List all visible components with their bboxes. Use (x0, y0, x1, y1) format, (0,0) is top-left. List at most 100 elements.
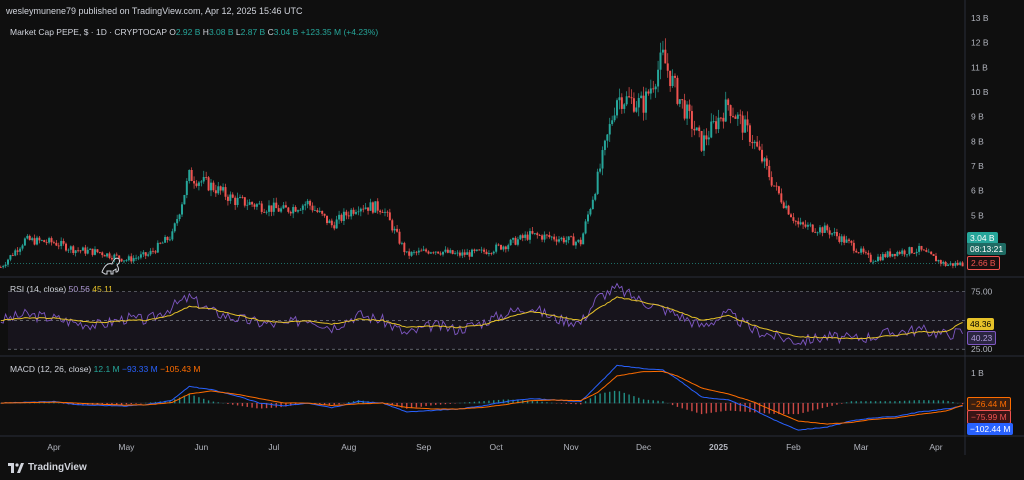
macd-histogram-bar (464, 402, 466, 404)
candle-body (775, 185, 778, 187)
candle-body (613, 115, 616, 121)
candle-body (403, 242, 406, 253)
candle-body (284, 205, 287, 208)
macd-histogram-bar (773, 403, 775, 414)
macd-histogram-bar (188, 394, 190, 404)
candle-body (81, 247, 84, 251)
candle-body (872, 261, 875, 263)
macd-histogram-bar (947, 400, 949, 404)
candle-body (454, 253, 457, 255)
candle-body (236, 197, 239, 205)
macd-histogram-bar (217, 402, 219, 404)
candle-body (103, 255, 106, 257)
candle-body (698, 127, 701, 132)
candle-body (45, 242, 48, 243)
candle-body (611, 120, 614, 125)
candle-body (120, 258, 123, 262)
candle-body (705, 135, 708, 140)
candle-body (942, 261, 945, 264)
candle-body (811, 224, 814, 232)
histogram-tag: −75.99 M (967, 410, 1011, 424)
candle-body (516, 239, 519, 245)
candle-body (272, 202, 275, 212)
candle-body (214, 190, 217, 194)
macd-histogram-bar (623, 392, 625, 404)
candle-body (826, 225, 829, 231)
candle-body (442, 251, 444, 255)
macd-histogram-bar (584, 401, 587, 404)
candle-body (86, 249, 89, 254)
candle-body (115, 254, 118, 256)
candle-body (840, 236, 843, 242)
candle-body (229, 194, 232, 201)
candle-body (497, 244, 500, 246)
candle-body (732, 115, 734, 117)
candle-body (630, 97, 633, 99)
dinosaur-icon (101, 257, 121, 275)
macd-histogram-bar (541, 401, 543, 404)
candle-body (468, 252, 471, 257)
candle-body (72, 246, 75, 254)
candle-body (50, 238, 53, 243)
candle-body (860, 248, 863, 253)
candle-body (642, 95, 645, 113)
candle-body (388, 212, 391, 221)
candle-body (765, 158, 768, 166)
macd-axis-label: 1 B (971, 368, 984, 378)
candle-body (57, 245, 60, 247)
price-axis-label: 10 B (971, 87, 989, 97)
macd-histogram-bar (536, 401, 538, 404)
candle-body (852, 242, 855, 251)
candle-body (579, 239, 582, 245)
macd-histogram-bar (642, 399, 645, 404)
candle-body (444, 249, 447, 252)
candle-body (316, 210, 319, 212)
candle-body (753, 141, 756, 144)
candle-body (369, 202, 372, 211)
candle-body (231, 194, 234, 198)
candle-body (560, 237, 563, 240)
candle-body (495, 244, 498, 252)
candle-body (139, 254, 142, 258)
candle-body (507, 245, 510, 250)
macd-histogram-bar (826, 403, 828, 407)
candle-body (855, 250, 858, 253)
macd-histogram-bar (884, 401, 886, 404)
tradingview-logo[interactable]: TradingView (8, 462, 87, 473)
candle-body (255, 204, 258, 207)
candle-body (797, 221, 800, 225)
candle-body (391, 220, 394, 231)
candle-body (915, 251, 918, 254)
rsi-axis-label: 25.00 (971, 344, 993, 354)
candle-body (512, 237, 515, 240)
candle-body (901, 250, 904, 254)
candle-body (582, 233, 585, 245)
candle-body (23, 238, 26, 246)
chart-canvas[interactable]: 4 B5 B6 B7 B8 B9 B10 B11 B12 B13 B25.007… (0, 0, 1024, 480)
candle-body (413, 251, 415, 253)
candle-body (282, 205, 285, 209)
candle-body (195, 183, 198, 186)
candle-body (937, 260, 940, 262)
candle-body (951, 263, 954, 266)
candle-body (110, 257, 113, 260)
candle-body (649, 88, 652, 94)
macd-histogram-bar (439, 403, 442, 405)
candle-body (40, 240, 43, 241)
macd-histogram-bar (831, 403, 833, 406)
signal-line (0, 370, 963, 425)
low-price-tag: 2.66 B (967, 256, 1000, 270)
candle-body (954, 262, 957, 266)
candle-body (164, 236, 167, 243)
macd-histogram-bar (797, 403, 799, 415)
candle-body (127, 256, 130, 261)
macd-histogram-bar (715, 403, 717, 413)
macd-histogram-bar (744, 403, 746, 412)
candle-body (664, 49, 667, 64)
candle-body (906, 254, 908, 256)
macd-histogram-bar (734, 403, 737, 412)
candle-body (606, 134, 609, 141)
candle-body (183, 195, 186, 205)
candle-body (417, 250, 420, 253)
candle-body (877, 256, 879, 262)
